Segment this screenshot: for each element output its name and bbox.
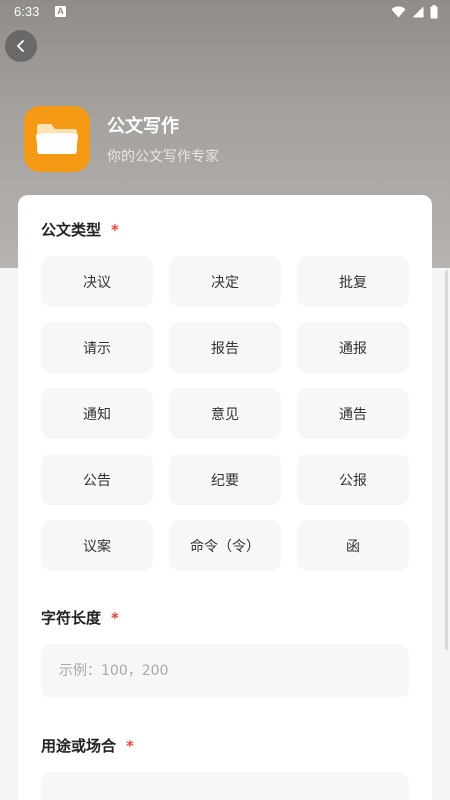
type-option[interactable]: 意见 [169, 388, 281, 439]
type-label: 公文类型 [41, 221, 102, 239]
type-option[interactable]: 通报 [297, 322, 409, 373]
length-label: 字符长度 [41, 609, 102, 627]
type-option[interactable]: 决议 [41, 256, 153, 307]
status-time: 6:33 [14, 4, 40, 19]
purpose-label: 用途或场合 [41, 737, 117, 755]
purpose-section-title: 用途或场合 * [41, 735, 134, 756]
type-option[interactable]: 报告 [169, 322, 281, 373]
type-option[interactable]: 公告 [41, 454, 153, 505]
type-options-grid: 决议 决定 批复 请示 报告 通报 通知 意见 通告 公告 纪要 公报 议案 命… [41, 256, 409, 571]
status-icons [391, 4, 438, 20]
folder-icon [36, 124, 78, 154]
length-input[interactable] [41, 644, 409, 698]
type-option[interactable]: 议案 [41, 520, 153, 571]
type-section-title: 公文类型 * [41, 219, 119, 240]
length-section-title: 字符长度 * [41, 607, 119, 628]
battery-icon [430, 5, 438, 19]
scrollbar[interactable] [445, 270, 448, 650]
type-option[interactable]: 通告 [297, 388, 409, 439]
required-mark: * [111, 609, 119, 627]
required-mark: * [111, 221, 119, 239]
chevron-left-icon [17, 40, 24, 52]
type-option[interactable]: 通知 [41, 388, 153, 439]
status-bar: 6:33 A [0, 0, 450, 24]
type-option[interactable]: 函 [297, 520, 409, 571]
signal-icon [412, 6, 424, 18]
notification-icon: A [55, 6, 66, 17]
wifi-icon [391, 6, 406, 18]
app-icon [24, 106, 90, 172]
back-button[interactable] [5, 30, 37, 62]
required-mark: * [126, 737, 134, 755]
type-option[interactable]: 批复 [297, 256, 409, 307]
purpose-input[interactable] [41, 772, 409, 800]
type-option[interactable]: 决定 [169, 256, 281, 307]
type-option[interactable]: 纪要 [169, 454, 281, 505]
form-card: 公文类型 * 决议 决定 批复 请示 报告 通报 通知 意见 通告 公告 纪要 公… [18, 195, 432, 800]
type-option[interactable]: 请示 [41, 322, 153, 373]
page-subtitle: 你的公文写作专家 [107, 149, 219, 165]
page-title: 公文写作 [107, 116, 179, 137]
type-option[interactable]: 命令（令） [169, 520, 281, 571]
type-option[interactable]: 公报 [297, 454, 409, 505]
